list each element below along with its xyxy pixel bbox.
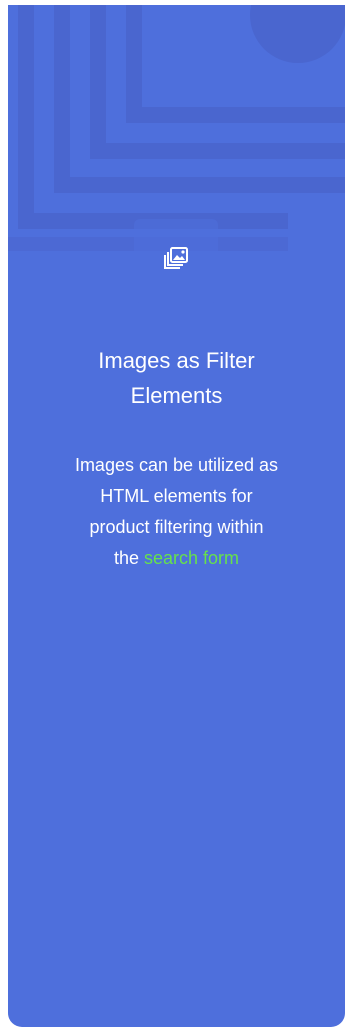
description-line: product filtering within <box>89 517 264 537</box>
feature-title-line: Elements <box>130 383 223 408</box>
feature-title: Images as Filter Elements <box>8 343 345 413</box>
description-line: HTML elements for <box>100 486 253 506</box>
images-stack-icon <box>162 245 190 278</box>
feature-card: Images as Filter Elements Images can be … <box>8 5 345 1027</box>
feature-title-line: Images as Filter <box>98 348 255 373</box>
feature-icon-container <box>134 219 218 303</box>
feature-description: Images can be utilized as HTML elements … <box>33 450 320 574</box>
description-line: Images can be utilized as <box>74 455 279 475</box>
description-prefix: the <box>113 548 139 568</box>
search-form-link[interactable]: search form <box>144 548 239 568</box>
